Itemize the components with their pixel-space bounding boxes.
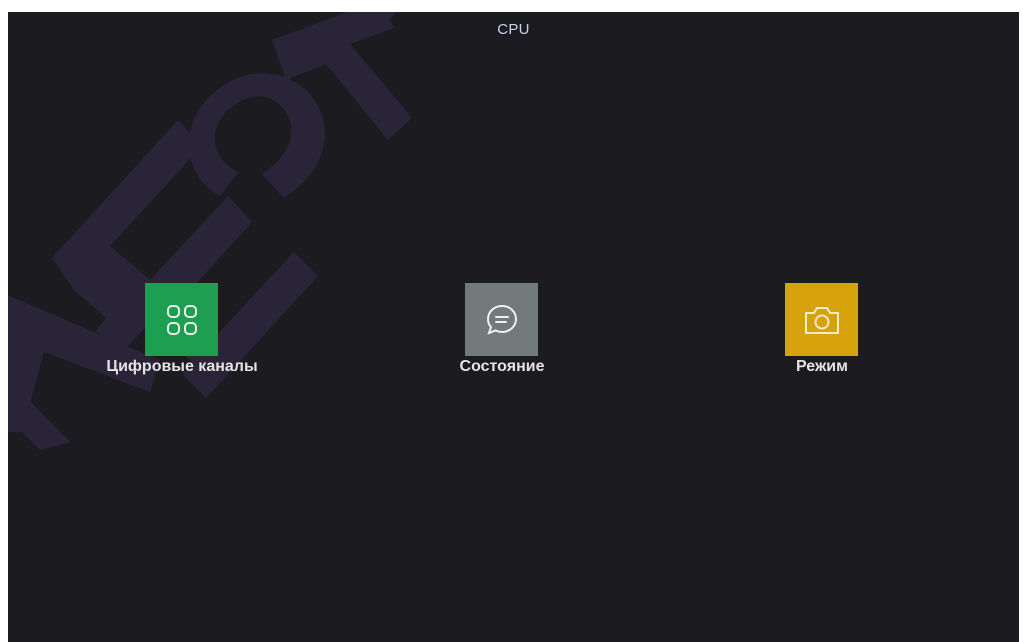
camera-icon [804, 306, 839, 334]
chat-bubble-icon [486, 304, 517, 335]
grid-icon [166, 304, 197, 335]
mode-icon-box[interactable] [785, 283, 858, 356]
digital-channels-label: Цифровые каналы [106, 358, 258, 375]
status-button[interactable]: Состояние [427, 283, 577, 393]
digital-channels-button[interactable]: Цифровые каналы [106, 283, 258, 393]
main-screen: CPU Цифровые каналы Состояние Режим [8, 12, 1019, 642]
digital-channels-icon-box[interactable] [145, 283, 218, 356]
status-icon-box[interactable] [465, 283, 538, 356]
mode-button[interactable]: Режим [747, 283, 897, 393]
status-label: Состояние [459, 358, 545, 375]
mode-label: Режим [796, 358, 848, 375]
page-title: CPU [497, 21, 530, 38]
